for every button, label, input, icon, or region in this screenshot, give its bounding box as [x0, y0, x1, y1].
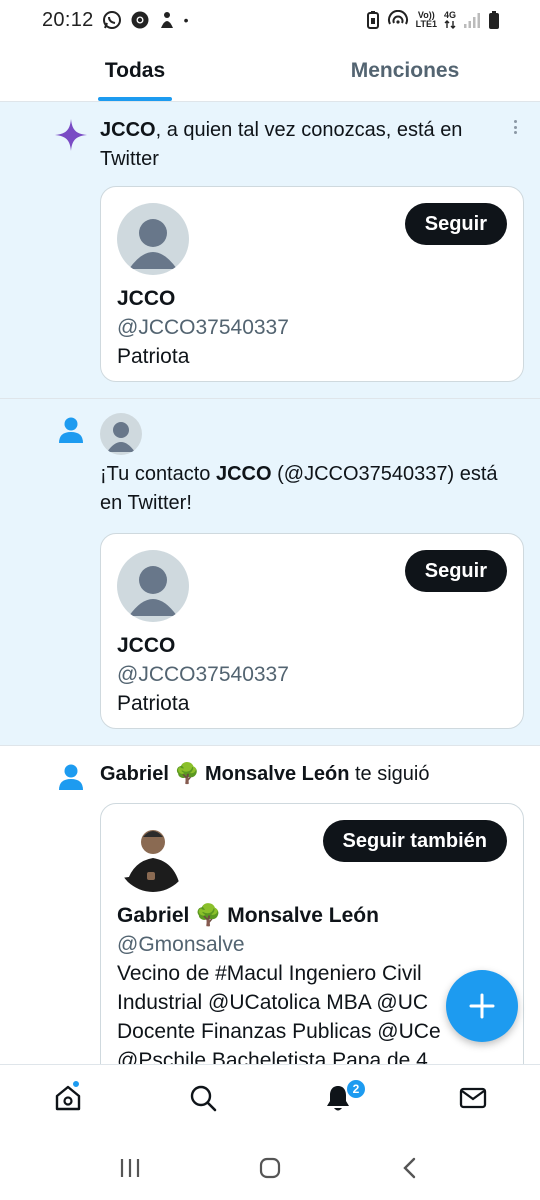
card-user-bio: Patriota [117, 345, 190, 368]
tab-todas[interactable]: Todas [0, 40, 270, 101]
more-options-icon[interactable] [514, 120, 518, 134]
card-user-name-last: Monsalve León [227, 904, 379, 927]
notification-item[interactable]: ¡Tu contacto JCCO (@JCCO37540337) está e… [0, 399, 540, 746]
tab-menciones[interactable]: Menciones [270, 40, 540, 101]
signal-icon [463, 11, 481, 29]
notification-item[interactable]: JCCO, a quien tal vez conozcas, está en … [0, 102, 540, 399]
tree-emoji: 🌳 [195, 904, 222, 927]
back-icon [403, 1157, 416, 1179]
mail-icon [458, 1083, 488, 1118]
avatar[interactable] [117, 820, 189, 892]
home-icon [53, 1083, 83, 1118]
network-4g-icon: 4G [444, 11, 456, 29]
notification-user-name-last: Monsalve León [204, 763, 350, 785]
battery-icon [488, 10, 500, 30]
notification-count-badge: 2 [346, 1078, 366, 1099]
notification-text: JCCO, a quien tal vez conozcas, está en … [100, 116, 518, 174]
app-notification-icon [158, 10, 176, 30]
avatar[interactable] [117, 203, 189, 275]
status-bar: 20:12 • Vo)) LTE1 4G [0, 0, 540, 40]
status-dot: • [183, 12, 189, 28]
recent-apps-icon [120, 1159, 140, 1177]
notification-message-prefix: ¡Tu contacto [100, 463, 216, 485]
person-icon [54, 413, 88, 447]
card-user-handle: @JCCO37540337 [117, 663, 289, 686]
plus-icon [469, 993, 495, 1019]
follow-button[interactable]: Seguir [404, 203, 507, 245]
nav-notifications[interactable]: 2 [270, 1065, 405, 1137]
notification-text: Gabriel 🌳 Monsalve León te siguió [100, 760, 518, 789]
home-circle-icon [259, 1157, 281, 1179]
battery-saver-icon [366, 10, 380, 30]
back-button[interactable] [380, 1143, 440, 1193]
tree-emoji: 🌳 [174, 763, 200, 785]
whatsapp-icon [102, 10, 122, 30]
notification-user-name: JCCO [100, 119, 156, 141]
home-button[interactable] [240, 1143, 300, 1193]
user-card[interactable]: Seguir JCCO @JCCO37540337 Patriota [100, 533, 524, 729]
chrome-icon [130, 10, 150, 30]
compose-tweet-button[interactable] [446, 970, 518, 1042]
card-user-name: JCCO [117, 634, 176, 657]
system-navigation-bar [0, 1136, 540, 1200]
hotspot-icon [387, 10, 409, 30]
follow-button[interactable]: Seguir [404, 550, 507, 592]
notification-tabs: Todas Menciones [0, 40, 540, 102]
notification-text: ¡Tu contacto JCCO (@JCCO37540337) está e… [100, 460, 518, 518]
recent-apps-button[interactable] [100, 1143, 160, 1193]
notifications-feed[interactable]: JCCO, a quien tal vez conozcas, está en … [0, 102, 540, 1064]
volte-icon: Vo)) LTE1 [415, 10, 437, 29]
search-icon [188, 1083, 218, 1118]
notification-user-name: JCCO [215, 463, 272, 485]
person-icon [54, 760, 88, 794]
tab-menciones-label: Menciones [350, 58, 460, 82]
tab-todas-label: Todas [104, 58, 166, 82]
nav-home[interactable] [0, 1065, 135, 1137]
card-user-bio: Patriota [117, 692, 190, 715]
card-user-name: JCCO [117, 287, 176, 310]
home-new-dot [72, 1079, 80, 1088]
bottom-navigation: 2 [0, 1064, 540, 1136]
nav-messages[interactable] [405, 1065, 540, 1137]
notification-user-name-first: Gabriel [100, 763, 169, 785]
avatar[interactable] [117, 550, 189, 622]
sparkle-icon [54, 118, 88, 152]
active-tab-indicator [98, 97, 172, 101]
follow-back-button[interactable]: Seguir también [322, 820, 507, 862]
card-user-handle: @Gmonsalve [117, 933, 245, 956]
notification-message: te siguió [349, 763, 430, 785]
user-card[interactable]: Seguir JCCO @JCCO37540337 Patriota [100, 186, 524, 382]
card-user-name: Gabriel 🌳 Monsalve León [117, 904, 379, 928]
card-user-name-first: Gabriel [117, 904, 190, 927]
status-time: 20:12 [42, 8, 94, 31]
avatar-small[interactable] [100, 413, 142, 455]
bio-line: @Pschile Bacheletista Papa de 4 [117, 1049, 428, 1064]
card-user-handle: @JCCO37540337 [117, 316, 289, 339]
nav-search[interactable] [135, 1065, 270, 1137]
